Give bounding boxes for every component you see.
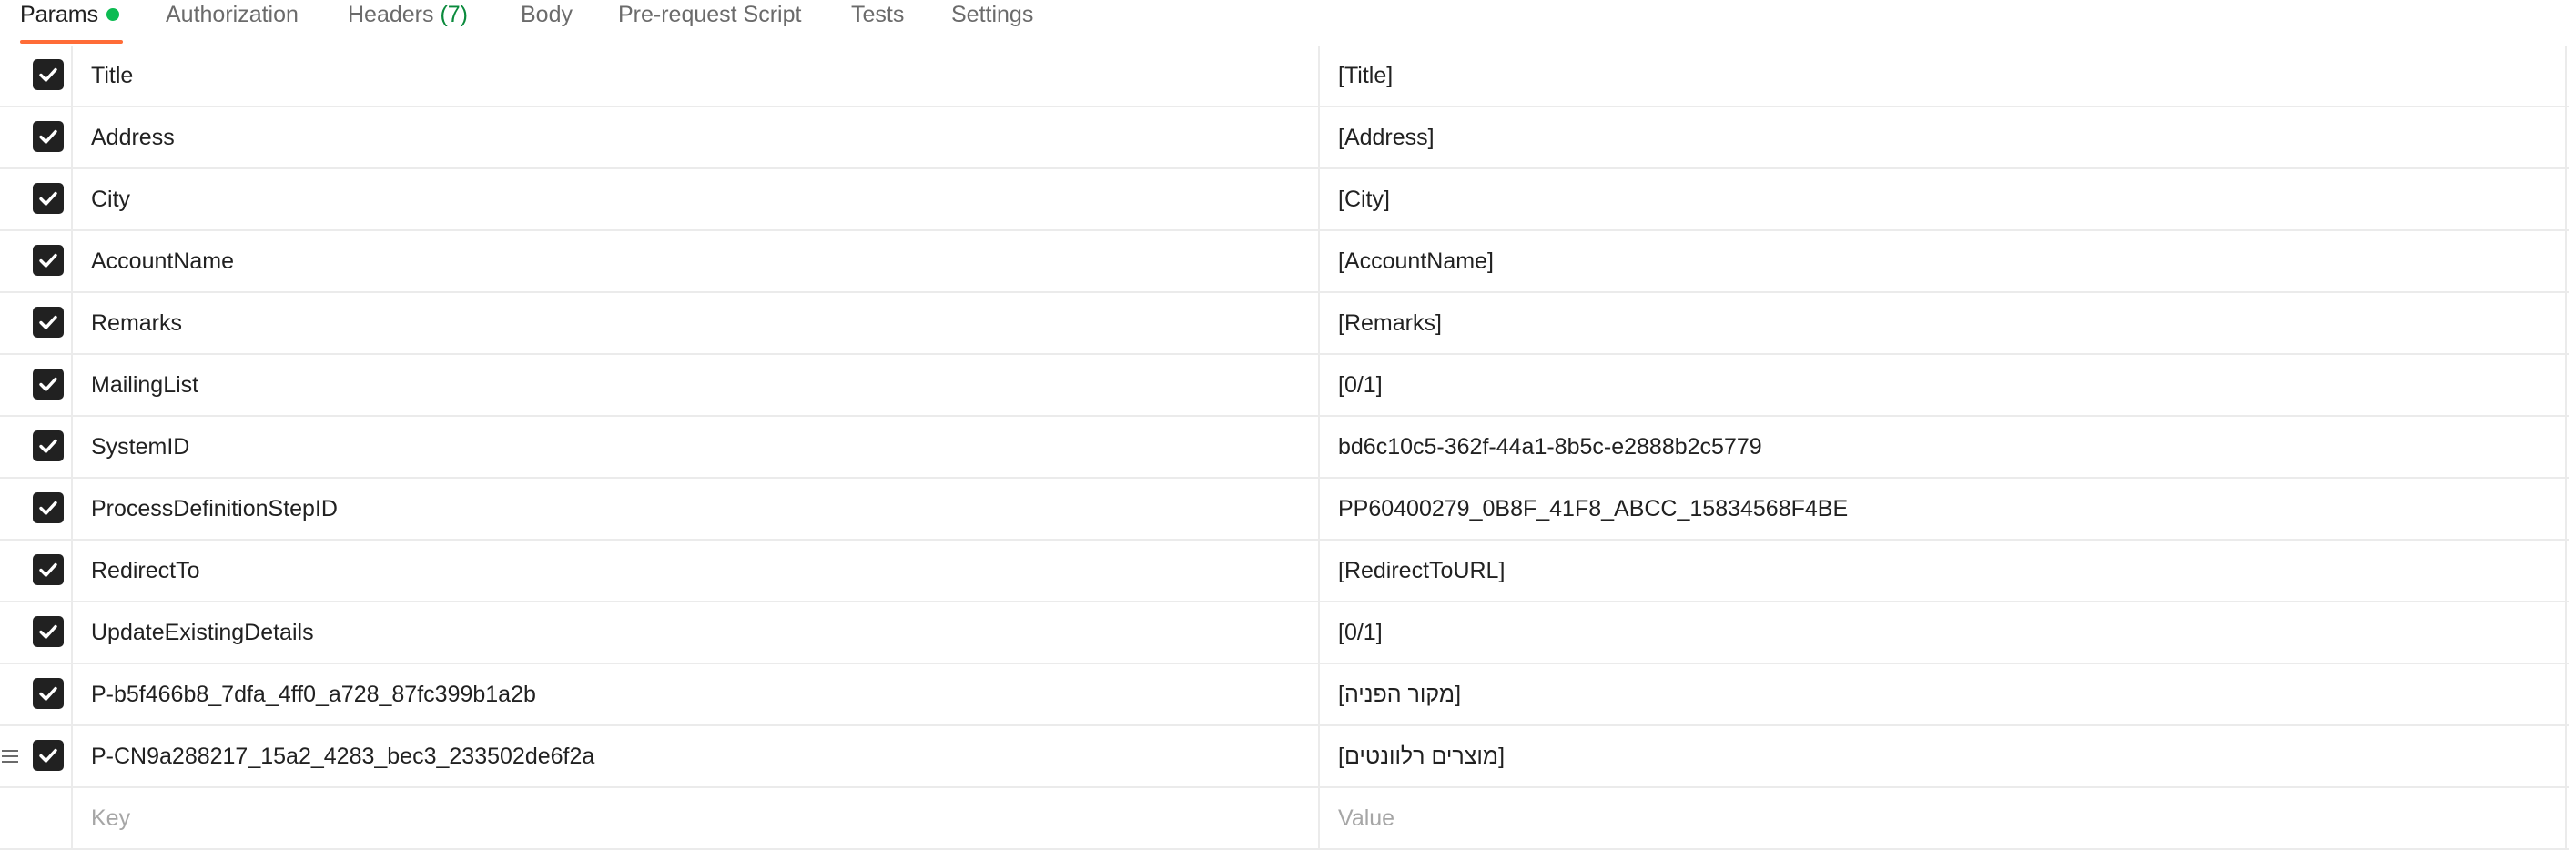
headers-count: (7) <box>440 2 469 27</box>
param-value[interactable]: [Remarks] <box>1320 293 2567 353</box>
param-enabled-checkbox[interactable] <box>33 369 64 400</box>
param-value[interactable]: [City] <box>1320 169 2567 229</box>
param-key[interactable]: RedirectTo <box>73 541 1320 601</box>
param-value[interactable]: [Address] <box>1320 107 2567 167</box>
checkmark-icon <box>39 377 57 391</box>
checkmark-icon <box>39 686 57 701</box>
param-row: RedirectTo [RedirectToURL] <box>0 541 2569 602</box>
checkmark-icon <box>39 129 57 144</box>
param-row: Title [Title] <box>0 46 2569 107</box>
param-value[interactable]: [RedirectToURL] <box>1320 541 2567 601</box>
new-param-value-input[interactable]: Value <box>1320 788 2567 848</box>
param-value[interactable]: [0/1] <box>1320 602 2567 663</box>
params-status-dot <box>106 8 120 21</box>
drag-handle-icon[interactable] <box>0 746 20 766</box>
param-value[interactable]: [Title] <box>1320 46 2567 106</box>
tab-pre-request-script-label: Pre-request Script <box>618 2 802 27</box>
tab-authorization[interactable]: Authorization <box>166 0 299 31</box>
param-enabled-checkbox[interactable] <box>33 307 64 338</box>
param-value[interactable]: bd6c10c5-362f-44a1-8b5c-e2888b2c5779 <box>1320 417 2567 477</box>
param-value[interactable]: [מקור הפניה] <box>1320 664 2567 724</box>
param-key[interactable]: Address <box>73 107 1320 167</box>
checkmark-icon <box>39 624 57 639</box>
params-table: Title [Title] Address [Address] City [Ci… <box>0 46 2569 850</box>
param-enabled-checkbox[interactable] <box>33 740 64 771</box>
param-value[interactable]: [AccountName] <box>1320 231 2567 291</box>
checkmark-icon <box>39 253 57 268</box>
tab-body[interactable]: Body <box>521 0 573 31</box>
param-key[interactable]: UpdateExistingDetails <box>73 602 1320 663</box>
param-row: P-b5f466b8_7dfa_4ff0_a728_87fc399b1a2b [… <box>0 664 2569 726</box>
param-row: MailingList [0/1] <box>0 355 2569 417</box>
active-tab-indicator <box>20 40 123 44</box>
param-key[interactable]: AccountName <box>73 231 1320 291</box>
checkmark-icon <box>39 748 57 763</box>
new-param-row: Key Value <box>0 788 2569 850</box>
request-tabs: Params Authorization Headers (7) Body Pr… <box>0 0 2576 46</box>
tab-authorization-label: Authorization <box>166 2 299 27</box>
param-key[interactable]: P-b5f466b8_7dfa_4ff0_a728_87fc399b1a2b <box>73 664 1320 724</box>
tab-pre-request-script[interactable]: Pre-request Script <box>618 0 801 31</box>
param-key[interactable]: Remarks <box>73 293 1320 353</box>
checkmark-icon <box>39 191 57 206</box>
param-row: SystemID bd6c10c5-362f-44a1-8b5c-e2888b2… <box>0 417 2569 479</box>
param-enabled-checkbox[interactable] <box>33 678 64 709</box>
tab-settings-label: Settings <box>951 2 1034 27</box>
param-enabled-checkbox[interactable] <box>33 492 64 523</box>
param-enabled-checkbox[interactable] <box>33 430 64 461</box>
tab-headers-label: Headers <box>348 2 434 27</box>
tab-params[interactable]: Params <box>20 0 120 31</box>
param-key[interactable]: Title <box>73 46 1320 106</box>
param-key[interactable]: ProcessDefinitionStepID <box>73 479 1320 539</box>
param-enabled-checkbox[interactable] <box>33 59 64 90</box>
param-row: City [City] <box>0 169 2569 231</box>
param-row: UpdateExistingDetails [0/1] <box>0 602 2569 664</box>
param-row: ProcessDefinitionStepID PP60400279_0B8F_… <box>0 479 2569 541</box>
param-key[interactable]: SystemID <box>73 417 1320 477</box>
param-row: P-CN9a288217_15a2_4283_bec3_233502de6f2a… <box>0 726 2569 788</box>
tab-headers[interactable]: Headers (7) <box>348 0 468 31</box>
tab-tests[interactable]: Tests <box>851 0 904 31</box>
param-enabled-checkbox[interactable] <box>33 121 64 152</box>
param-value[interactable]: [0/1] <box>1320 355 2567 415</box>
param-enabled-checkbox[interactable] <box>33 245 64 276</box>
param-row: Remarks [Remarks] <box>0 293 2569 355</box>
param-key[interactable]: MailingList <box>73 355 1320 415</box>
tab-body-label: Body <box>521 2 573 27</box>
tab-settings[interactable]: Settings <box>951 0 1033 31</box>
checkmark-icon <box>39 439 57 453</box>
new-param-key-input[interactable]: Key <box>73 788 1320 848</box>
param-value[interactable]: [מוצרים רלוונטים] <box>1320 726 2567 786</box>
checkmark-icon <box>39 315 57 329</box>
param-enabled-checkbox[interactable] <box>33 183 64 214</box>
param-key[interactable]: City <box>73 169 1320 229</box>
checkmark-icon <box>39 562 57 577</box>
param-enabled-checkbox[interactable] <box>33 616 64 647</box>
checkmark-icon <box>39 501 57 515</box>
param-row: Address [Address] <box>0 107 2569 169</box>
tab-params-label: Params <box>20 2 99 27</box>
tab-tests-label: Tests <box>851 2 905 27</box>
checkmark-icon <box>39 67 57 82</box>
param-key[interactable]: P-CN9a288217_15a2_4283_bec3_233502de6f2a <box>73 726 1320 786</box>
param-value[interactable]: PP60400279_0B8F_41F8_ABCC_15834568F4BE <box>1320 479 2567 539</box>
param-enabled-checkbox[interactable] <box>33 554 64 585</box>
param-row: AccountName [AccountName] <box>0 231 2569 293</box>
